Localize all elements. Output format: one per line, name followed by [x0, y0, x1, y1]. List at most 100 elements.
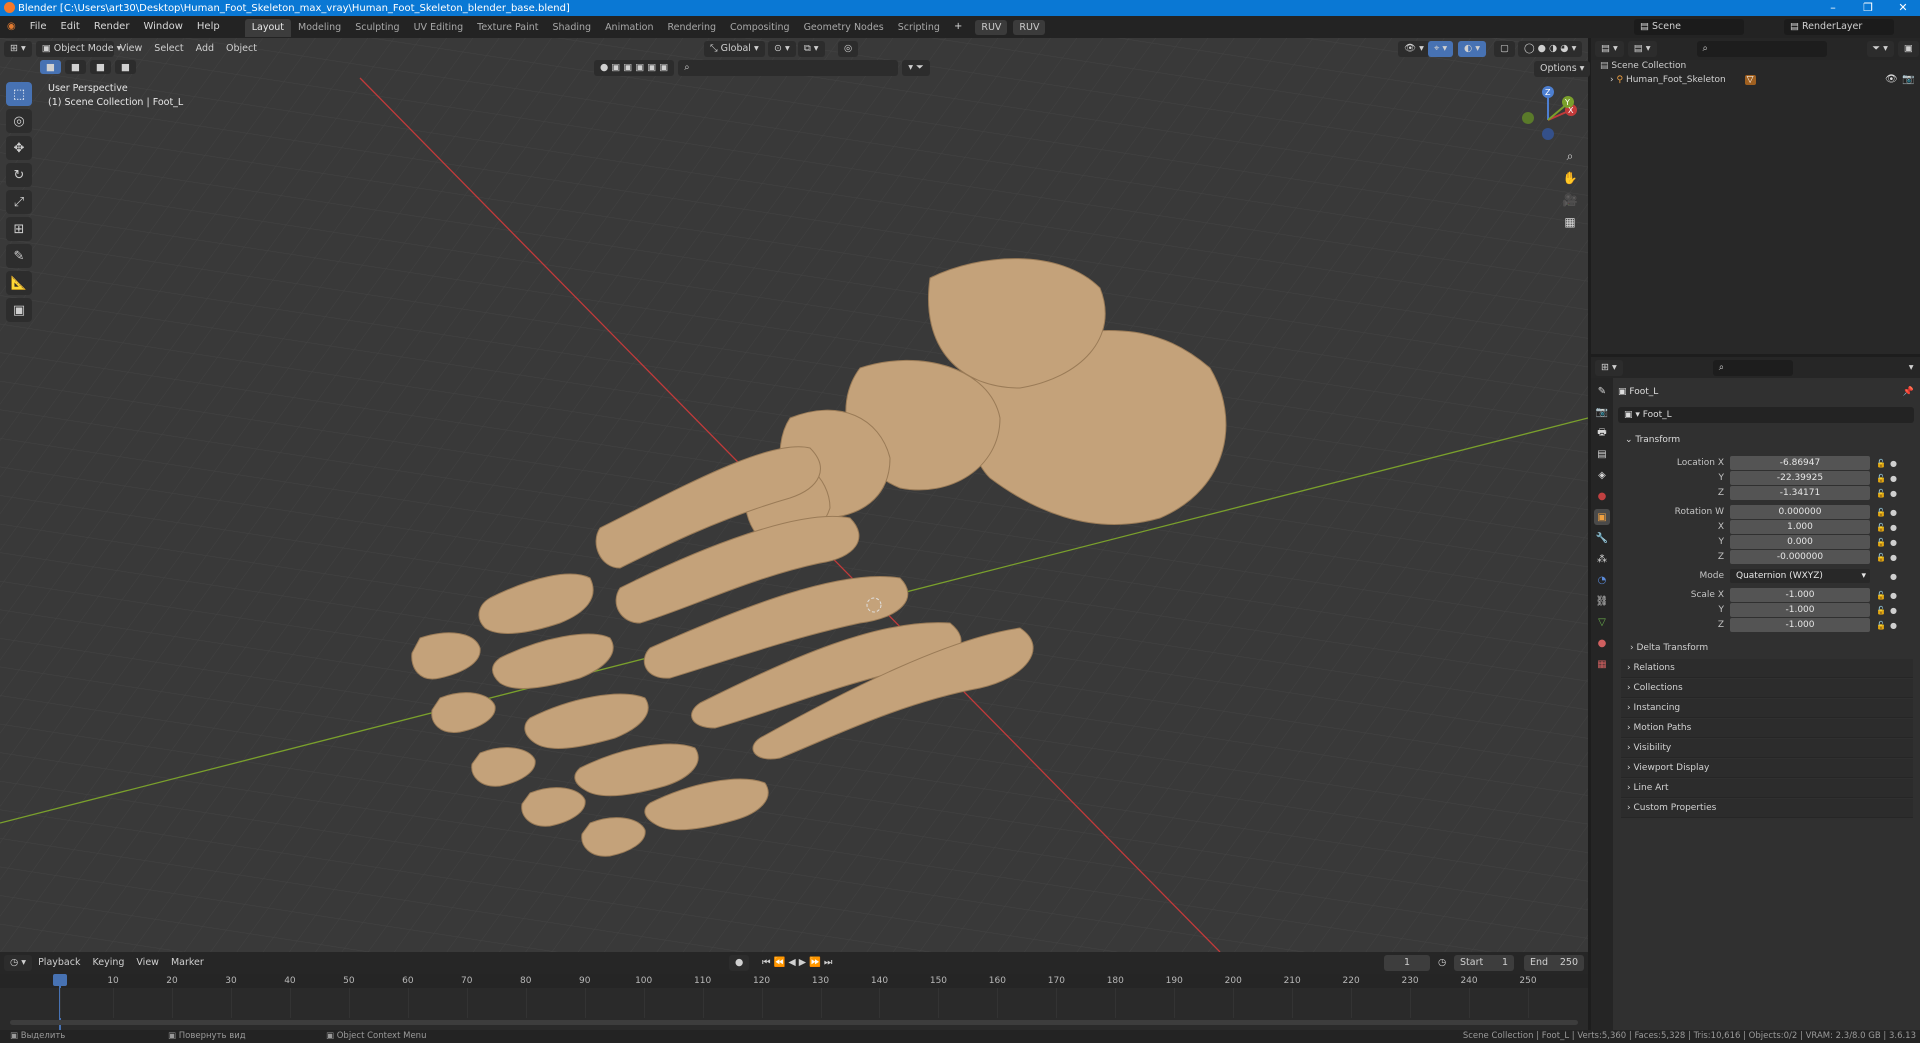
- playback-controls[interactable]: ⏮ ⏪ ◀ ▶ ⏩ ⏭: [756, 952, 838, 974]
- outliner-editor-type-button[interactable]: ▤ ▾: [1595, 41, 1624, 57]
- record-button[interactable]: ●: [729, 955, 750, 971]
- close-button[interactable]: ✕: [1890, 0, 1916, 16]
- select-mode-invert-button[interactable]: ■: [114, 60, 136, 74]
- playhead[interactable]: [53, 974, 67, 986]
- menu-object[interactable]: Object: [220, 38, 263, 60]
- keyframe-dot-icon[interactable]: ●: [1890, 538, 1897, 547]
- rotate-tool-icon[interactable]: ↻: [6, 163, 32, 187]
- outliner-search-input[interactable]: ⌕: [1696, 41, 1827, 57]
- keyframe-dot-icon[interactable]: ●: [1890, 508, 1897, 517]
- menu-playback[interactable]: Playback: [32, 952, 86, 974]
- current-frame-field[interactable]: 1: [1384, 955, 1430, 971]
- properties-editor-type-button[interactable]: ⊞ ▾: [1595, 359, 1623, 376]
- keyframe-dot-icon[interactable]: ●: [1890, 553, 1897, 562]
- pin-icon[interactable]: 📌: [1903, 384, 1914, 400]
- tab-sculpting[interactable]: Sculpting: [348, 19, 406, 37]
- tool-tab-icon[interactable]: ✎: [1594, 383, 1610, 399]
- filter-icon[interactable]: ▾ ⏷: [902, 60, 930, 76]
- shading-mode-buttons[interactable]: ◯ ● ◑ ◕ ▾: [1518, 41, 1583, 57]
- particles-tab-icon[interactable]: ⁂: [1594, 551, 1610, 567]
- viewport-search-input[interactable]: ⌕: [678, 60, 899, 76]
- keyframe-dot-icon[interactable]: ●: [1890, 459, 1897, 468]
- menu-timeline-view[interactable]: View: [130, 952, 165, 974]
- scene-tab-icon[interactable]: ◈: [1594, 467, 1610, 483]
- location-z-field[interactable]: -1.34171: [1730, 486, 1870, 500]
- display-mode-button[interactable]: ▤ ▾: [1627, 41, 1657, 57]
- keyframe-dot-icon[interactable]: ●: [1890, 591, 1897, 600]
- transform-tool-icon[interactable]: ⊞: [6, 217, 32, 241]
- blender-menu-icon[interactable]: ◉: [0, 16, 23, 38]
- tab-modeling[interactable]: Modeling: [291, 19, 348, 37]
- new-collection-icon[interactable]: ▣: [1897, 41, 1919, 57]
- select-box-tool-icon[interactable]: ⬚: [6, 82, 32, 106]
- start-frame-field[interactable]: Start 1: [1454, 955, 1514, 971]
- render-tab-icon[interactable]: 📷: [1594, 404, 1610, 420]
- keyframe-dot-icon[interactable]: ●: [1890, 606, 1897, 615]
- editor-type-button[interactable]: ⊞ ▾: [4, 41, 32, 57]
- keyframe-dot-icon[interactable]: ●: [1890, 474, 1897, 483]
- scale-x-field[interactable]: -1.000: [1730, 588, 1870, 602]
- lock-icon[interactable]: 🔓: [1876, 459, 1886, 468]
- menu-marker[interactable]: Marker: [165, 952, 210, 974]
- section-instancing[interactable]: › Instancing: [1621, 699, 1913, 718]
- section-relations[interactable]: › Relations: [1621, 659, 1913, 678]
- outliner-visibility-icon[interactable]: 👁: [1885, 74, 1898, 85]
- scale-z-field[interactable]: -1.000: [1730, 618, 1870, 632]
- lock-icon[interactable]: 🔓: [1876, 508, 1886, 517]
- properties-search-input[interactable]: ⌕: [1712, 359, 1793, 376]
- ruv-button-1[interactable]: RUV: [975, 19, 1008, 35]
- select-mode-extend-button[interactable]: ■: [64, 60, 86, 74]
- keyframe-dot-icon[interactable]: ●: [1890, 523, 1897, 532]
- render-layer-selector[interactable]: ▤ RenderLayer: [1784, 19, 1894, 35]
- rotation-x-field[interactable]: 1.000: [1730, 520, 1870, 534]
- section-viewport-display[interactable]: › Viewport Display: [1621, 759, 1913, 778]
- 3d-viewport[interactable]: Z X Y: [0, 38, 1588, 952]
- camera-view-icon[interactable]: 🎥: [1559, 189, 1581, 211]
- timeline-editor-type-button[interactable]: ◷ ▾: [4, 955, 33, 971]
- overlays-toggle-button[interactable]: ◐ ▾: [1458, 41, 1487, 57]
- outliner-item-human-foot-skeleton[interactable]: › ⚲ Human_Foot_Skeleton ▽: [1610, 73, 1756, 88]
- scale-tool-icon[interactable]: ⤢: [6, 190, 32, 214]
- tab-animation[interactable]: Animation: [598, 19, 660, 37]
- menu-view[interactable]: View: [114, 38, 149, 60]
- options-button[interactable]: Options ▾: [1534, 61, 1591, 77]
- object-name-field[interactable]: ▣ ▾ Foot_L: [1618, 407, 1914, 423]
- lock-icon[interactable]: 🔓: [1876, 474, 1886, 483]
- menu-help[interactable]: Help: [190, 16, 227, 38]
- cursor-tool-icon[interactable]: ◎: [6, 109, 32, 133]
- data-tab-icon[interactable]: ▽: [1594, 614, 1610, 630]
- section-collections[interactable]: › Collections: [1621, 679, 1913, 698]
- lock-icon[interactable]: 🔓: [1876, 621, 1886, 630]
- scale-y-field[interactable]: -1.000: [1730, 603, 1870, 617]
- section-line-art[interactable]: › Line Art: [1621, 779, 1913, 798]
- menu-keying[interactable]: Keying: [86, 952, 130, 974]
- location-y-field[interactable]: -22.39925: [1730, 471, 1870, 485]
- material-tab-icon[interactable]: ●: [1594, 635, 1610, 651]
- menu-file[interactable]: File: [23, 16, 54, 38]
- gizmo-toggle-button[interactable]: ⌖ ▾: [1428, 41, 1454, 57]
- measure-tool-icon[interactable]: 📐: [6, 271, 32, 295]
- object-tab-icon[interactable]: ▣: [1594, 509, 1610, 525]
- keyframe-dot-icon[interactable]: ●: [1890, 572, 1897, 581]
- keyframe-dot-icon[interactable]: ●: [1890, 621, 1897, 630]
- section-custom-properties[interactable]: › Custom Properties: [1621, 799, 1913, 818]
- xray-toggle-button[interactable]: ▢: [1494, 41, 1515, 57]
- output-tab-icon[interactable]: 🖶: [1594, 425, 1610, 441]
- tab-scripting[interactable]: Scripting: [891, 19, 947, 37]
- scene-selector[interactable]: ▤ Scene: [1634, 19, 1744, 35]
- lock-icon[interactable]: 🔓: [1876, 489, 1886, 498]
- section-visibility[interactable]: › Visibility: [1621, 739, 1913, 758]
- select-mode-new-button[interactable]: ■: [40, 60, 61, 74]
- perspective-grid-icon[interactable]: ▦: [1559, 211, 1581, 233]
- menu-select[interactable]: Select: [148, 38, 189, 60]
- properties-options-arrow[interactable]: ▾: [1903, 357, 1920, 379]
- tab-rendering[interactable]: Rendering: [661, 19, 724, 37]
- section-motion-paths[interactable]: › Motion Paths: [1621, 719, 1913, 738]
- move-tool-icon[interactable]: ✥: [6, 136, 32, 160]
- zoom-icon[interactable]: ⌕: [1559, 145, 1581, 167]
- tab-compositing[interactable]: Compositing: [723, 19, 797, 37]
- menu-add[interactable]: Add: [190, 38, 220, 60]
- lock-icon[interactable]: 🔓: [1876, 591, 1886, 600]
- rotation-y-field[interactable]: 0.000: [1730, 535, 1870, 549]
- annotate-tool-icon[interactable]: ✎: [6, 244, 32, 268]
